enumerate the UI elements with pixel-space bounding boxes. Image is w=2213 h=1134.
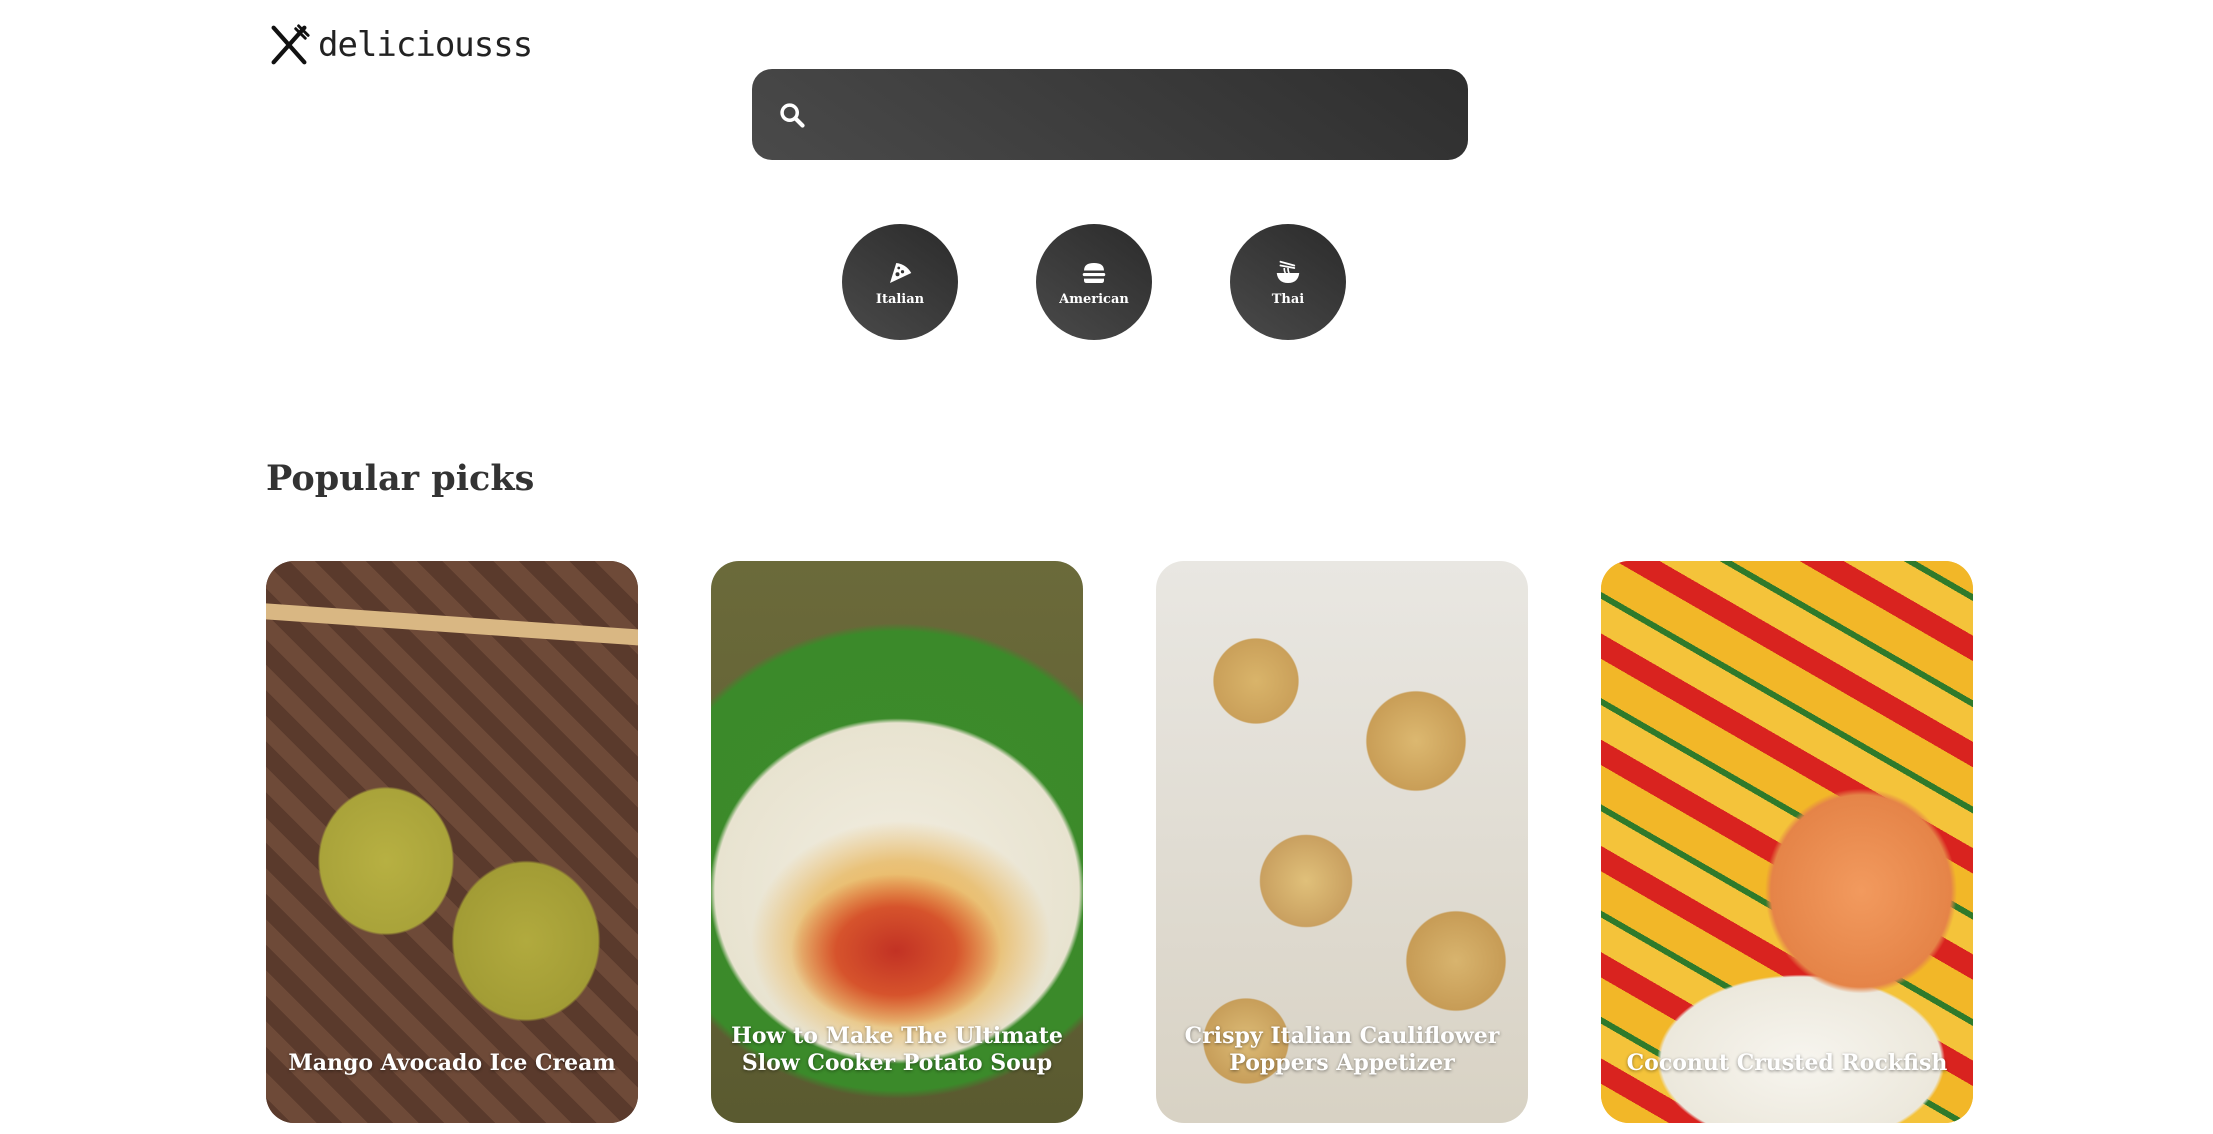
cuisine-thai[interactable]: Thai	[1230, 224, 1346, 340]
cuisine-label: Thai	[1271, 291, 1305, 307]
logo[interactable]: deliciousss	[266, 22, 533, 68]
recipe-cards: Mango Avocado Ice Cream How to Make The …	[266, 561, 1973, 1123]
recipe-title: Mango Avocado Ice Cream	[288, 1050, 616, 1076]
burger-icon	[1082, 262, 1106, 283]
search-bar[interactable]	[752, 69, 1468, 160]
recipe-title: How to Make The Ultimate Slow Cooker Pot…	[731, 1023, 1063, 1076]
logo-text: deliciousss	[318, 25, 533, 65]
cuisine-label: Italian	[875, 291, 925, 307]
section-title: Popular picks	[266, 458, 535, 499]
recipe-photo	[1601, 561, 1973, 1123]
search-input[interactable]	[826, 98, 1468, 131]
recipe-card[interactable]: How to Make The Ultimate Slow Cooker Pot…	[711, 561, 1083, 1123]
fork-knife-icon	[271, 24, 310, 65]
recipe-title: Crispy Italian Cauliflower Poppers Appet…	[1184, 1023, 1500, 1076]
cuisine-american[interactable]: American	[1036, 224, 1152, 340]
recipe-photo	[266, 561, 638, 1123]
recipe-card[interactable]: Crispy Italian Cauliflower Poppers Appet…	[1156, 561, 1528, 1123]
cuisine-label: American	[1059, 291, 1129, 307]
recipe-card[interactable]: Mango Avocado Ice Cream	[266, 561, 638, 1123]
noodle-bowl-icon	[1276, 260, 1300, 283]
recipe-card[interactable]: Coconut Crusted Rockfish	[1601, 561, 1973, 1123]
recipe-title: Coconut Crusted Rockfish	[1626, 1050, 1948, 1076]
search-icon	[780, 102, 805, 128]
cuisine-italian[interactable]: Italian	[842, 224, 958, 340]
pizza-icon	[890, 262, 912, 283]
cuisine-list: Italian American Thai	[842, 224, 1346, 340]
